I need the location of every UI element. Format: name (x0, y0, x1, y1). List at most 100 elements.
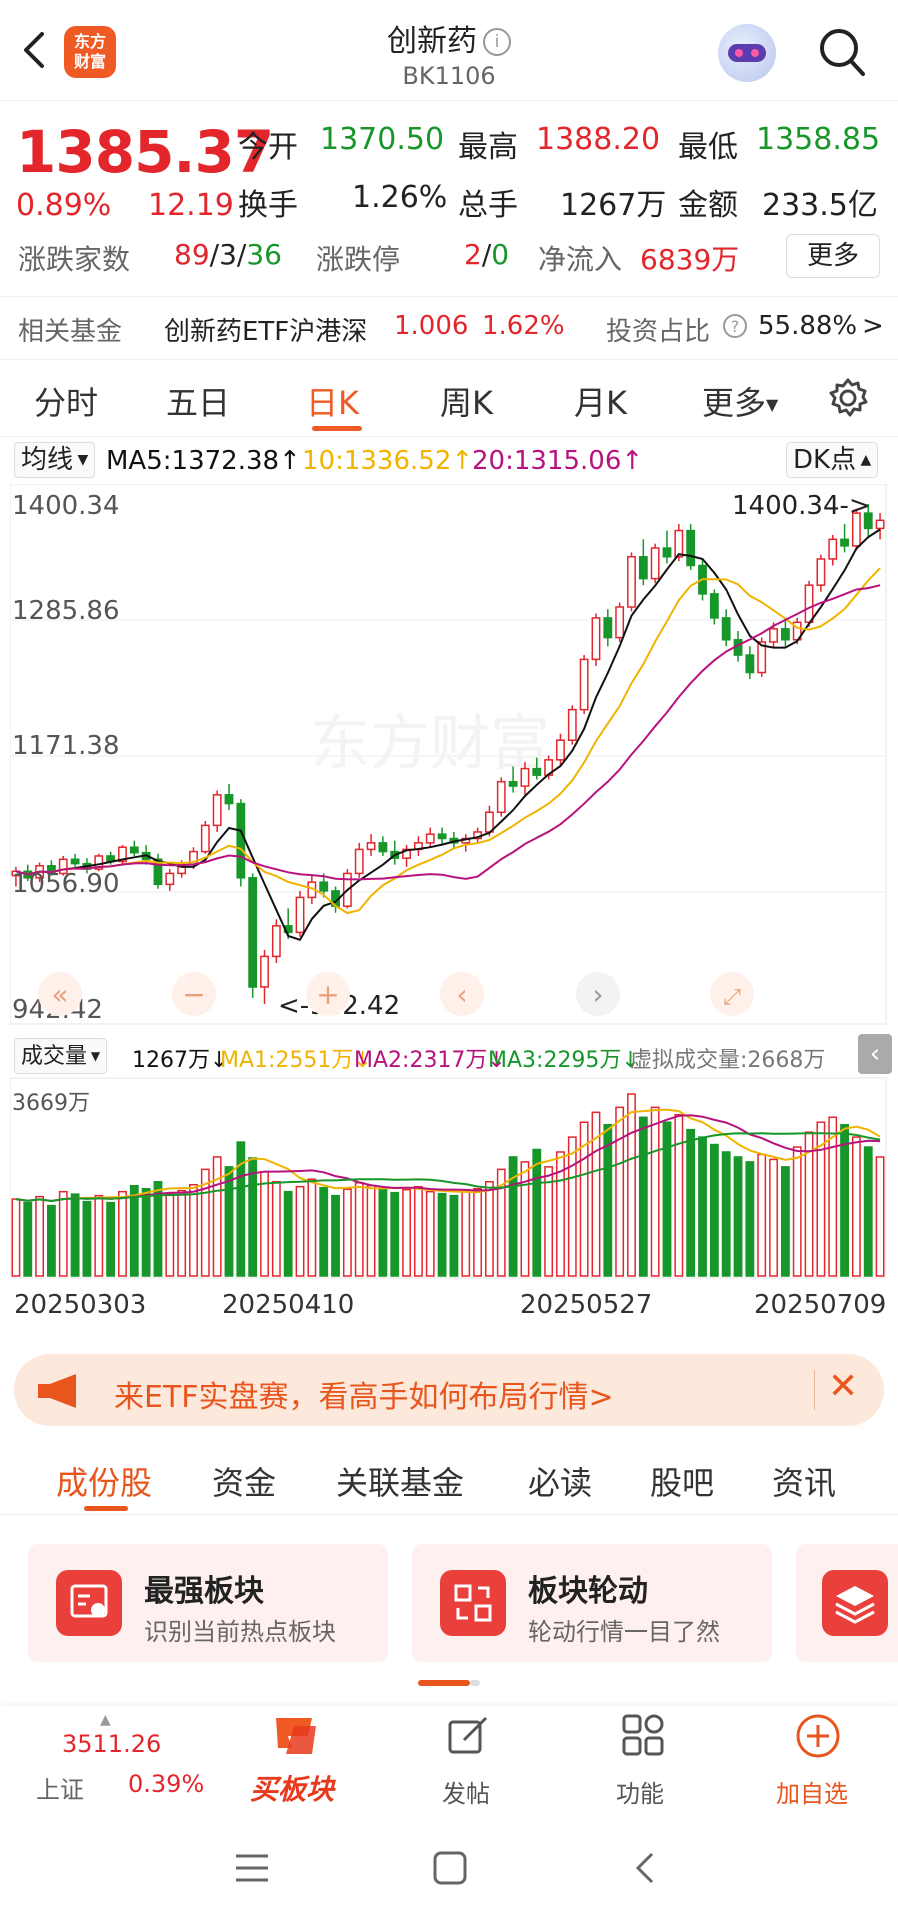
volume-bar (248, 1157, 258, 1277)
tab-constituents[interactable]: 成份股 (56, 1458, 152, 1504)
layers-card[interactable] (796, 1544, 898, 1662)
volume-selector[interactable]: 成交量 ▼ (14, 1038, 108, 1074)
limit-label: 涨跌停 (316, 243, 401, 276)
tab-weekly-k[interactable]: 周K (440, 378, 493, 424)
volume-bar (82, 1200, 92, 1277)
scroll-right-button[interactable]: › (576, 972, 620, 1016)
volume-bar (650, 1106, 660, 1277)
search-icon[interactable] (816, 24, 868, 80)
svg-text:⤢: ⤢ (723, 985, 741, 1010)
strongest-sector-card[interactable]: 最强板块 识别当前热点板块 (28, 1544, 388, 1662)
volume-bar (615, 1106, 625, 1277)
candle (567, 705, 577, 745)
info-icon[interactable]: i (483, 28, 511, 56)
help-icon[interactable]: ? (722, 313, 748, 339)
volume-bar (118, 1190, 127, 1277)
assistant-robot-icon[interactable] (718, 24, 776, 82)
index-ticker[interactable]: ▲ 3511.26 上证 0.39% (0, 1706, 204, 1810)
volume-bar (212, 1156, 222, 1277)
volume-bar (58, 1190, 68, 1277)
svg-text:?: ? (731, 317, 740, 336)
post-button[interactable]: 发帖 (420, 1706, 520, 1810)
back-icon[interactable] (632, 1850, 658, 1886)
tab-monthly-k[interactable]: 月K (574, 378, 627, 424)
card-subtitle: 轮动行情一目了然 (528, 1618, 720, 1646)
volume-bar (47, 1204, 56, 1277)
volume-bar (331, 1194, 340, 1277)
candle (165, 869, 175, 891)
close-icon[interactable]: ✕ (828, 1366, 858, 1407)
tab-timeshare[interactable]: 分时 (34, 378, 98, 424)
ma-legend: 均线 ▼ MA5:1372.38↑ 10:1336.52↑ 20:1315.06… (0, 438, 898, 482)
candle (828, 534, 838, 566)
settings-gear-icon[interactable] (826, 376, 870, 420)
functions-label: 功能 (616, 1780, 664, 1808)
tab-funds-flow[interactable]: 资金 (212, 1458, 276, 1504)
functions-button[interactable]: 功能 (594, 1706, 694, 1810)
post-label: 发帖 (442, 1780, 490, 1808)
dropdown-triangle-icon: ▼ (766, 395, 779, 414)
index-name: 上证 (36, 1776, 84, 1804)
tab-related-funds[interactable]: 关联基金 (336, 1458, 464, 1504)
volume-value: 1267万 (560, 188, 667, 223)
candle (603, 609, 613, 647)
candle (745, 646, 755, 680)
volume-bar (260, 1171, 269, 1277)
kline-chart[interactable]: 东方财富 1400.34 1285.86 1171.38 1056.90 942… (10, 484, 888, 1284)
candle (390, 840, 400, 865)
menu-icon[interactable] (232, 1852, 272, 1884)
caret-up-icon: ▲ (100, 1712, 111, 1728)
zoom-in-button[interactable]: + (306, 972, 350, 1016)
candle (295, 890, 305, 937)
limit-values: 2/0 (464, 238, 510, 271)
price-axis-label: 1285.86 (12, 596, 120, 626)
tab-news[interactable]: 资讯 (772, 1458, 836, 1504)
detail-tabs: 成份股 资金 关联基金 必读 股吧 资讯 (0, 1440, 898, 1515)
volume-bar (425, 1190, 435, 1277)
fund-name[interactable]: 创新药ETF沪港深 (164, 311, 367, 348)
candle (615, 602, 625, 642)
board-name: 创新药 (387, 24, 477, 59)
collapse-panel-button[interactable]: ‹ (858, 1034, 892, 1074)
volume-bar (23, 1201, 33, 1277)
chevron-right-icon[interactable]: > (862, 311, 884, 341)
volume-bar (390, 1191, 400, 1277)
more-button[interactable]: 更多 (786, 234, 880, 278)
buy-sector-button[interactable]: 买板块 (232, 1706, 352, 1810)
zoom-out-button[interactable]: − (172, 972, 216, 1016)
tab-forum[interactable]: 股吧 (650, 1458, 714, 1504)
tab-five-day[interactable]: 五日 (166, 378, 230, 424)
tab-more[interactable]: 更多▼ (702, 378, 778, 424)
candle (378, 836, 388, 856)
related-fund-row[interactable]: 相关基金 创新药ETF沪港深 1.006 1.62% 投资占比 ? 55.88%… (0, 296, 898, 360)
open-label: 今开 (238, 130, 298, 165)
active-tab-underline (312, 426, 362, 431)
fullscreen-expand-icon[interactable]: ⤢ (710, 972, 754, 1016)
date-label: 20250709 (754, 1290, 887, 1320)
tab-daily-k[interactable]: 日K (306, 378, 359, 424)
volume-bar (863, 1146, 873, 1277)
volume-bar (627, 1093, 636, 1277)
add-watchlist-label: 加自选 (776, 1780, 848, 1808)
scroll-left-button[interactable]: ‹ (440, 972, 484, 1016)
date-label: 20250303 (14, 1290, 147, 1320)
add-watchlist-button[interactable]: 加自选 (764, 1706, 874, 1810)
volume-bar (295, 1185, 305, 1277)
dk-point-button[interactable]: DK点 ▲ (786, 442, 879, 478)
volume-bar (473, 1187, 483, 1277)
candle (224, 783, 234, 811)
home-square-icon[interactable] (432, 1850, 468, 1886)
volume-bars (11, 1093, 885, 1277)
volume-ma1: MA1:2551万↓ (220, 1048, 372, 1073)
ma-selector[interactable]: 均线 ▼ (14, 442, 96, 478)
date-label: 20250410 (222, 1290, 355, 1320)
etf-contest-banner[interactable]: 来ETF实盘赛，看高手如何布局行情> ✕ (14, 1354, 884, 1426)
breadth-values: 89/3/36 (174, 238, 282, 271)
tab-must-read[interactable]: 必读 (528, 1458, 592, 1504)
scroll-left-far-button[interactable]: « (38, 972, 82, 1016)
sector-rotation-card[interactable]: 板块轮动 轮动行情一目了然 (412, 1544, 772, 1662)
volume-bar (461, 1190, 471, 1277)
candle (816, 554, 826, 592)
volume-bar (437, 1192, 447, 1277)
index-percent: 0.39% (128, 1770, 205, 1798)
